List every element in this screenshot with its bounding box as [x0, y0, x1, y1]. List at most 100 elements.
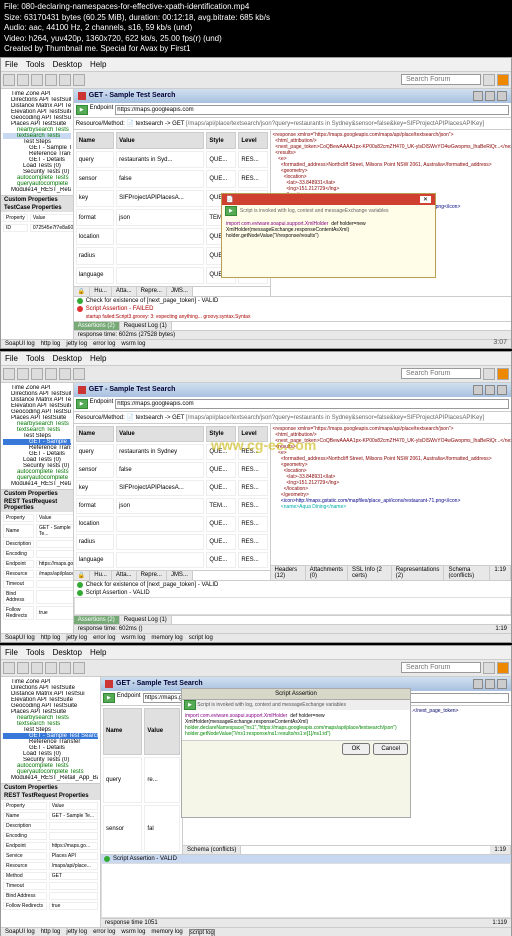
tool-icon[interactable]	[17, 74, 29, 86]
tree-item[interactable]: Module14_REST_Retail_App_Basics	[3, 187, 71, 193]
tool-icon[interactable]	[3, 368, 15, 380]
close-icon[interactable]	[497, 91, 507, 101]
minimize-icon[interactable]	[473, 679, 483, 689]
popup-titlebar[interactable]: 📄 ✕	[222, 194, 435, 205]
menu-tools[interactable]: Tools	[26, 60, 45, 69]
assertion-valid[interactable]: Script Assertion - VALID	[74, 589, 511, 597]
tab-jms[interactable]: JMS...	[167, 287, 193, 296]
tool-icon[interactable]	[31, 74, 43, 86]
ssl-tab[interactable]: SSL Info (2 certs)	[348, 566, 392, 580]
menu-help[interactable]: Help	[90, 648, 106, 657]
menu-desktop[interactable]: Desktop	[53, 648, 82, 657]
menu-file[interactable]: File	[5, 354, 18, 363]
dialog-title[interactable]: Script Assertion	[182, 689, 410, 700]
schema-tab[interactable]: Schema (conflicts)	[444, 566, 490, 580]
menu-desktop[interactable]: Desktop	[53, 354, 82, 363]
tool-icon[interactable]	[59, 662, 71, 674]
minimize-icon[interactable]	[473, 385, 483, 395]
log-tab[interactable]: memory log	[151, 635, 182, 641]
tab-atta[interactable]: Atta...	[112, 571, 137, 580]
cancel-button[interactable]: Cancel	[373, 743, 408, 755]
assertion-valid[interactable]: Check for existence of [next_page_token]…	[74, 297, 511, 305]
tool-icon[interactable]	[45, 662, 57, 674]
log-tab[interactable]: http log	[41, 929, 61, 936]
endpoint-input[interactable]	[115, 105, 509, 115]
ok-button[interactable]: OK	[342, 743, 371, 755]
menu-help[interactable]: Help	[90, 60, 106, 69]
tab-repre[interactable]: Repre...	[137, 571, 167, 580]
tool-icon[interactable]	[73, 662, 85, 674]
request-log-tab[interactable]: Request Log (1)	[120, 616, 172, 624]
tool-icon[interactable]	[73, 368, 85, 380]
menu-tools[interactable]: Tools	[26, 648, 45, 657]
param-table[interactable]: NameValueStyleLevel queryrestaurants in …	[74, 424, 270, 570]
tab-jms[interactable]: JMS...	[167, 571, 193, 580]
close-icon[interactable]	[497, 385, 507, 395]
custom-props-header[interactable]: Custom Properties	[1, 784, 100, 792]
log-tab[interactable]: script log	[189, 635, 213, 641]
log-tab[interactable]: http log	[41, 635, 61, 641]
tool-icon[interactable]	[31, 368, 43, 380]
minimize-icon[interactable]	[473, 91, 483, 101]
search-icon[interactable]	[483, 368, 495, 380]
log-tab[interactable]: jetty log	[66, 929, 87, 936]
log-tab[interactable]: wsrm log	[121, 635, 145, 641]
tree-item[interactable]: Module14_REST_Retail_App_Basics	[3, 481, 71, 487]
tool-icon[interactable]	[17, 662, 29, 674]
tool-icon[interactable]	[59, 368, 71, 380]
editor-tab[interactable]: GET - Sample Test Search	[74, 89, 511, 103]
run-button[interactable]: ▶	[76, 105, 88, 115]
tool-icon[interactable]	[3, 74, 15, 86]
log-tab[interactable]: SoapUI log	[5, 635, 35, 641]
tab-repre[interactable]: Repre...	[137, 287, 167, 296]
log-tab[interactable]: script log	[189, 929, 215, 936]
tool-icon[interactable]	[31, 662, 43, 674]
tool-icon[interactable]	[59, 74, 71, 86]
param-table[interactable]: NameValue queryre... sensorfal	[101, 706, 182, 854]
assertion-valid[interactable]: Check for existence of [next_page_token]…	[74, 581, 511, 589]
search-forum-input[interactable]	[401, 662, 481, 673]
attachments-tab[interactable]: Attachments (0)	[306, 566, 348, 580]
editor-tab[interactable]: GET - Sample Test Search	[74, 383, 511, 397]
tab-hu[interactable]: Hu...	[90, 287, 112, 296]
close-icon[interactable]: ✕	[420, 196, 431, 203]
log-tab[interactable]: SoapUI log	[5, 929, 35, 936]
anthropic-icon[interactable]	[497, 74, 509, 86]
script-editor[interactable]: import com.eviware.soapui.support.XmlHol…	[182, 710, 410, 740]
menu-desktop[interactable]: Desktop	[53, 60, 82, 69]
maximize-icon[interactable]	[485, 385, 495, 395]
endpoint-input[interactable]	[115, 399, 509, 409]
log-tab[interactable]: http log	[41, 341, 61, 347]
log-tab[interactable]: error log	[93, 929, 115, 936]
maximize-icon[interactable]	[485, 91, 495, 101]
search-forum-input[interactable]	[401, 368, 481, 379]
menu-help[interactable]: Help	[90, 354, 106, 363]
close-icon[interactable]	[497, 679, 507, 689]
run-script-button[interactable]: ▶	[225, 206, 237, 216]
search-icon[interactable]	[483, 74, 495, 86]
custom-props-header[interactable]: Custom Properties	[1, 490, 73, 498]
menu-tools[interactable]: Tools	[26, 354, 45, 363]
maximize-icon[interactable]	[485, 679, 495, 689]
log-tab[interactable]: jetty log	[66, 635, 87, 641]
anthropic-icon[interactable]	[497, 368, 509, 380]
assertion-valid[interactable]: Script Assertion - VALID	[101, 855, 511, 863]
menu-file[interactable]: File	[5, 648, 18, 657]
tool-icon[interactable]	[45, 74, 57, 86]
search-icon[interactable]	[483, 662, 495, 674]
testcase-props-header[interactable]: TestCase Properties	[1, 204, 73, 212]
log-tab[interactable]: wsrm log	[121, 341, 145, 347]
assertions-tab[interactable]: Assertions (2)	[74, 322, 120, 330]
rest-props-header[interactable]: REST TestRequest Properties	[1, 498, 73, 512]
tab-hu[interactable]: Hu...	[90, 571, 112, 580]
run-button[interactable]: ▶	[103, 693, 115, 703]
tree-item[interactable]: Module14_REST_Retail_App_Basics	[3, 775, 98, 781]
run-button[interactable]: ▶	[76, 399, 88, 409]
log-tab[interactable]: wsrm log	[121, 929, 145, 936]
rest-props-header[interactable]: REST TestRequest Properties	[1, 792, 100, 800]
request-log-tab[interactable]: Request Log (1)	[120, 322, 172, 330]
search-forum-input[interactable]	[401, 74, 481, 85]
log-tab[interactable]: memory log	[151, 929, 182, 936]
log-tab[interactable]: SoapUI log	[5, 341, 35, 347]
log-tab[interactable]: error log	[93, 341, 115, 347]
